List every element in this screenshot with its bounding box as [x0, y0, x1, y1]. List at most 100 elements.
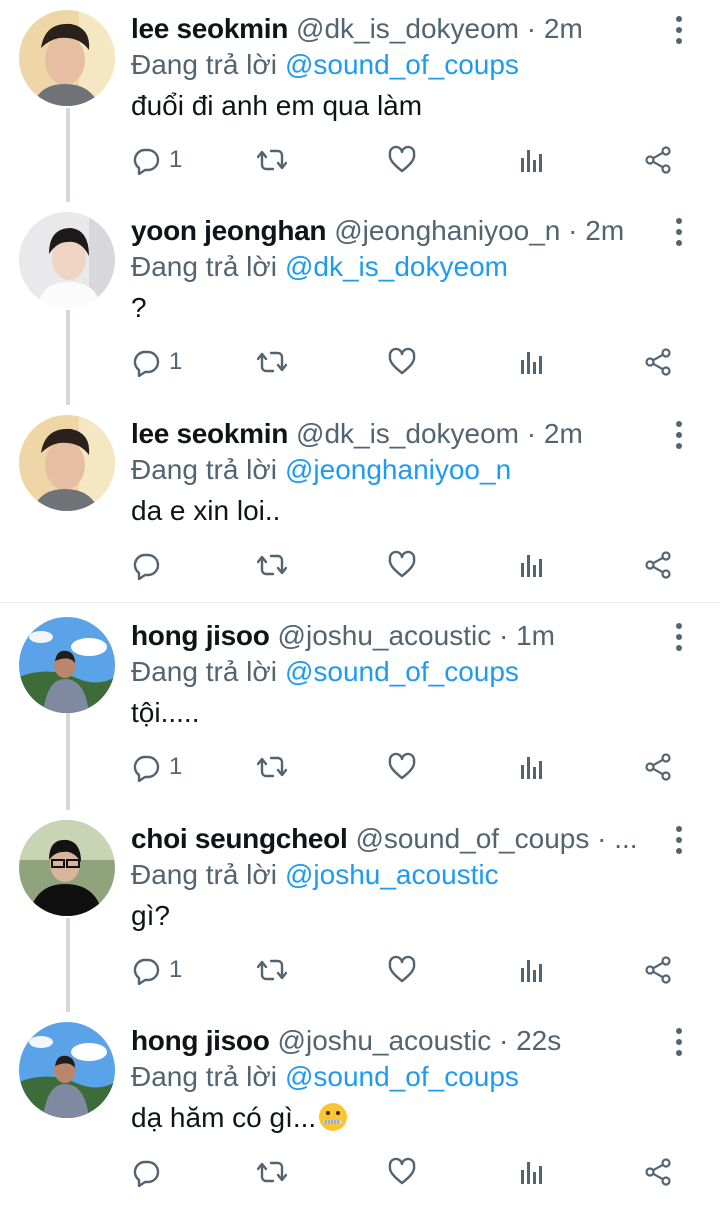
tweet-text-content: ?	[131, 292, 147, 323]
display-name[interactable]: hong jisoo	[131, 620, 270, 651]
bar-chart-icon	[517, 752, 547, 782]
tweet-text: dạ hăm có gì...	[131, 1098, 348, 1138]
view-stats-button[interactable]	[517, 747, 547, 787]
tweet-text-content: đuổi đi anh em qua làm	[131, 90, 423, 121]
tweet-header: yoon jeonghan @jeonghaniyoo_n · 2m	[131, 212, 661, 250]
bar-chart-icon	[517, 550, 547, 580]
replying-to-label: Đang trả lời	[131, 1061, 277, 1092]
avatar[interactable]	[19, 1022, 115, 1118]
tweet-text: da e xin loi..	[131, 491, 280, 531]
tweet[interactable]: choi seungcheol @sound_of_coups · ... Đang…	[0, 810, 720, 1010]
display-name[interactable]: lee seokmin	[131, 418, 288, 449]
heart-icon	[387, 347, 417, 377]
tweet[interactable]: lee seokmin @dk_is_dokyeom · 2m Đang trả l…	[0, 0, 720, 200]
reply-button[interactable]: 1	[131, 140, 182, 180]
tweet-text: gì?	[131, 896, 170, 936]
replying-to-handle-link[interactable]: @dk_is_dokyeom	[285, 251, 508, 282]
share-icon	[643, 955, 673, 985]
share-button[interactable]	[643, 1152, 673, 1192]
tweet-text: đuổi đi anh em qua làm	[131, 86, 422, 126]
replying-to-handle-link[interactable]: @sound_of_coups	[285, 49, 519, 80]
tweet-text-content: tội.....	[131, 697, 200, 728]
reply-button[interactable]: 1	[131, 950, 182, 990]
tweet[interactable]: lee seokmin @dk_is_dokyeom · 2m Đang trả l…	[0, 405, 720, 605]
tweet-header: lee seokmin @dk_is_dokyeom · 2m	[131, 10, 661, 48]
more-options-icon[interactable]	[664, 824, 694, 856]
avatar[interactable]	[19, 820, 115, 916]
like-button[interactable]	[387, 140, 417, 180]
like-button[interactable]	[387, 342, 417, 382]
like-button[interactable]	[387, 747, 417, 787]
share-button[interactable]	[643, 747, 673, 787]
tweet-text: tội.....	[131, 693, 199, 733]
action-bar: 1	[131, 950, 691, 990]
share-button[interactable]	[643, 140, 673, 180]
avatar[interactable]	[19, 212, 115, 308]
retweet-button[interactable]	[257, 747, 287, 787]
replying-to-handle-link[interactable]: @joshu_acoustic	[285, 859, 499, 890]
handle-and-time: @joshu_acoustic · 22s	[277, 1025, 562, 1056]
tweet-text-content: dạ hăm có gì...	[131, 1102, 317, 1133]
view-stats-button[interactable]	[517, 342, 547, 382]
share-icon	[643, 145, 673, 175]
action-bar: 1	[131, 140, 691, 180]
more-options-icon[interactable]	[664, 14, 694, 46]
avatar[interactable]	[19, 10, 115, 106]
replying-to-label: Đang trả lời	[131, 251, 277, 282]
display-name[interactable]: yoon jeonghan	[131, 215, 327, 246]
tweet-header: hong jisoo @joshu_acoustic · 1m	[131, 617, 661, 655]
more-options-icon[interactable]	[664, 621, 694, 653]
retweet-button[interactable]	[257, 1152, 287, 1192]
reply-button[interactable]: 1	[131, 342, 182, 382]
like-button[interactable]	[387, 545, 417, 585]
more-options-icon[interactable]	[664, 1026, 694, 1058]
display-name[interactable]: lee seokmin	[131, 13, 288, 44]
avatar[interactable]	[19, 617, 115, 713]
reply-button[interactable]	[131, 1152, 169, 1192]
view-stats-button[interactable]	[517, 950, 547, 990]
retweet-button[interactable]	[257, 342, 287, 382]
replying-to-handle-link[interactable]: @sound_of_coups	[285, 656, 519, 687]
view-stats-button[interactable]	[517, 545, 547, 585]
tweet-text-content: gì?	[131, 900, 170, 931]
reply-icon	[131, 1157, 161, 1187]
handle-and-time: @jeonghaniyoo_n · 2m	[334, 215, 625, 246]
action-bar	[131, 1152, 691, 1192]
replying-to: Đang trả lời @sound_of_coups	[131, 46, 519, 84]
avatar[interactable]	[19, 415, 115, 511]
tweet[interactable]: hong jisoo @joshu_acoustic · 22s Đang trả …	[0, 1012, 720, 1212]
replying-to-handle-link[interactable]: @sound_of_coups	[285, 1061, 519, 1092]
retweet-button[interactable]	[257, 140, 287, 180]
display-name[interactable]: hong jisoo	[131, 1025, 270, 1056]
handle-and-time: @dk_is_dokyeom · 2m	[296, 418, 583, 449]
thread-divider	[0, 602, 720, 603]
like-button[interactable]	[387, 950, 417, 990]
share-icon	[643, 1157, 673, 1187]
like-button[interactable]	[387, 1152, 417, 1192]
retweet-button[interactable]	[257, 545, 287, 585]
view-stats-button[interactable]	[517, 140, 547, 180]
replying-to-label: Đang trả lời	[131, 859, 277, 890]
replying-to-handle-link[interactable]: @jeonghaniyoo_n	[285, 454, 511, 485]
bar-chart-icon	[517, 1157, 547, 1187]
handle-and-time: @dk_is_dokyeom · 2m	[296, 13, 583, 44]
retweet-icon	[257, 550, 287, 580]
retweet-button[interactable]	[257, 950, 287, 990]
tweet[interactable]: yoon jeonghan @jeonghaniyoo_n · 2m Đang tr…	[0, 202, 720, 402]
reply-button[interactable]: 1	[131, 747, 182, 787]
share-button[interactable]	[643, 342, 673, 382]
reply-count: 1	[169, 956, 183, 983]
display-name[interactable]: choi seungcheol	[131, 823, 348, 854]
tweet[interactable]: hong jisoo @joshu_acoustic · 1m Đang trả l…	[0, 607, 720, 807]
reply-button[interactable]	[131, 545, 169, 585]
more-options-icon[interactable]	[664, 216, 694, 248]
bar-chart-icon	[517, 955, 547, 985]
share-icon	[643, 550, 673, 580]
share-button[interactable]	[643, 545, 673, 585]
view-stats-button[interactable]	[517, 1152, 547, 1192]
share-icon	[643, 752, 673, 782]
share-button[interactable]	[643, 950, 673, 990]
more-options-icon[interactable]	[664, 419, 694, 451]
action-bar: 1	[131, 342, 691, 382]
reply-icon	[131, 550, 161, 580]
